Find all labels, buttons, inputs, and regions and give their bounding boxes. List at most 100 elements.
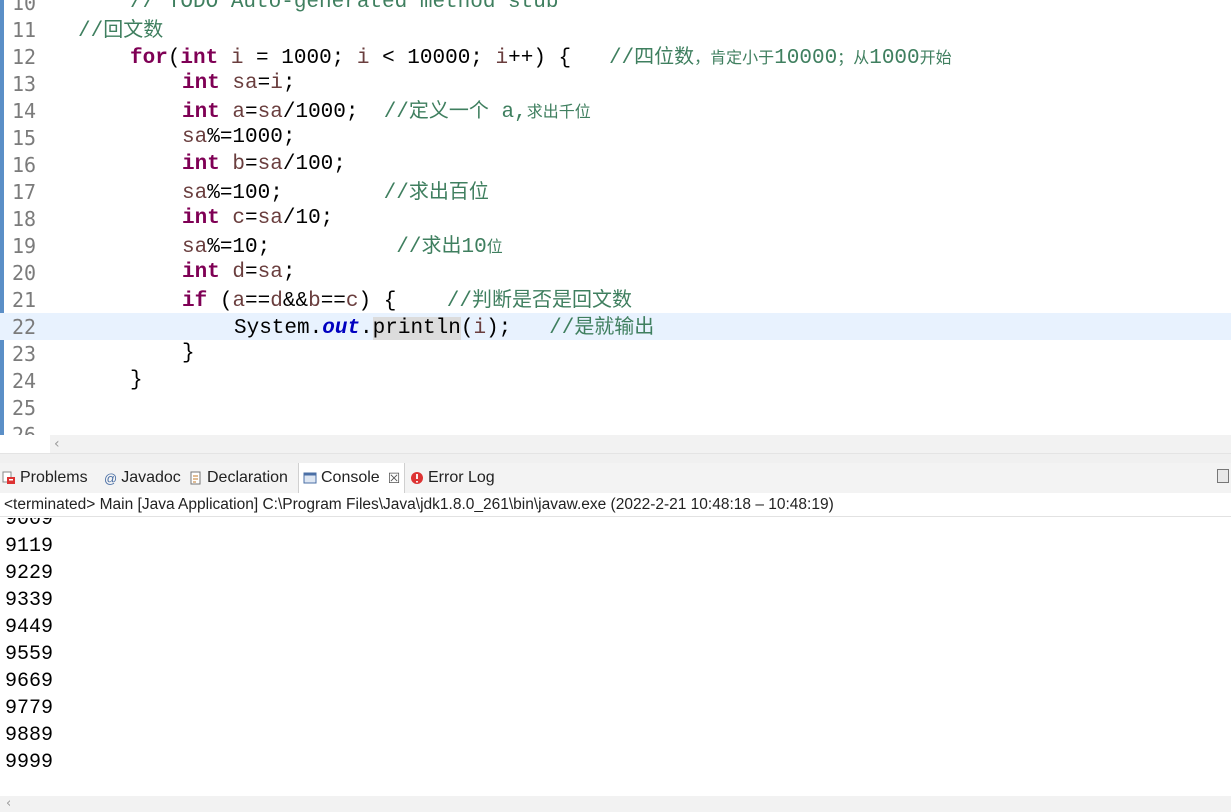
code-line[interactable]: 20 int d=sa; (0, 259, 1231, 286)
code-token: 判断是否是回文数 (471, 287, 632, 311)
code-token: ) { (358, 290, 447, 313)
tab-console-label: Console (321, 469, 380, 486)
code-token: == (245, 290, 271, 313)
code-token: 求出千位 (526, 102, 591, 121)
tab-javadoc-label: Javadoc (121, 469, 181, 486)
line-number: 24 (12, 369, 37, 393)
code-token: // (78, 20, 104, 43)
code-line[interactable]: 15 sa%=1000; (0, 124, 1231, 151)
code-token: a (232, 101, 246, 124)
scroll-left-icon[interactable]: ‹ (6, 796, 11, 812)
code-token: a (232, 290, 246, 313)
code-token: && (282, 290, 309, 313)
tab-error-log[interactable]: Error Log (410, 463, 495, 493)
code-line[interactable]: 25 (0, 394, 1231, 421)
code-line[interactable]: 16 int b=sa/100; (0, 151, 1231, 178)
minimize-view-icon[interactable] (1217, 469, 1229, 483)
editor-horizontal-scrollbar[interactable]: ‹ (50, 435, 1231, 453)
tab-problems[interactable]: Problems (2, 463, 88, 493)
code-token: ；从 (837, 48, 870, 67)
code-text: sa%=100; //求出百位 (182, 178, 489, 207)
console-line: 9559 (5, 643, 54, 666)
code-token: a, (488, 101, 527, 124)
code-token: println (372, 317, 461, 340)
code-line[interactable]: 18 int c=sa/10; (0, 205, 1231, 232)
code-token: sa (257, 207, 283, 230)
code-token: i (356, 47, 370, 70)
code-token: /100; (282, 153, 346, 176)
code-token: == (320, 290, 346, 313)
code-text: int a=sa/1000; //定义一个 a,求出千位 (182, 97, 591, 126)
line-number: 12 (12, 45, 37, 69)
code-line[interactable]: 12 for(int i = 1000; i < 10000; i++) { //… (0, 43, 1231, 70)
console-status: <terminated> Main [Java Application] C:\… (0, 493, 1231, 517)
line-number: 23 (12, 342, 37, 366)
code-token: = 1000; (243, 47, 357, 70)
code-token: %=1000; (207, 126, 296, 149)
scroll-left-icon[interactable]: ‹ (54, 435, 60, 453)
code-token: out (322, 317, 361, 340)
console-output[interactable]: 9009 9119 9229 9339 9449 9559 9669 9779 9889 9999 (0, 518, 1231, 796)
console-horizontal-scrollbar[interactable]: ‹ (0, 796, 1231, 812)
code-token: 求出百位 (408, 179, 489, 203)
tab-declaration-label: Declaration (207, 469, 288, 486)
code-text: int b=sa/100; (182, 151, 346, 178)
code-text: sa%=10; //求出10位 (182, 232, 503, 261)
code-line[interactable]: 17 sa%=100; //求出百位 (0, 178, 1231, 205)
code-text: // TODO Auto-generated method stub (130, 0, 558, 16)
code-token: 回文数 (103, 17, 164, 41)
code-token: ); (486, 317, 550, 340)
line-number: 20 (12, 261, 37, 285)
declaration-icon (189, 471, 203, 485)
code-line-current[interactable]: 22 System.out.println(i); //是就输出 (0, 313, 1231, 340)
close-icon[interactable]: ☒ (388, 470, 401, 487)
code-token: i (473, 317, 487, 340)
code-line[interactable]: 23} (0, 340, 1231, 367)
code-text: System.out.println(i); //是就输出 (234, 313, 654, 342)
code-token: i (230, 47, 244, 70)
code-line[interactable]: 26 (0, 421, 1231, 435)
code-token: /1000; (282, 101, 384, 124)
line-number: 11 (12, 18, 37, 42)
console-line: 9339 (5, 589, 54, 612)
code-token: System. (234, 317, 323, 340)
code-text: if (a==d&&b==c) { //判断是否是回文数 (182, 286, 632, 315)
code-token: c (232, 207, 246, 230)
code-text: int sa=i; (182, 70, 295, 97)
code-token: d (270, 290, 283, 313)
tab-declaration[interactable]: Declaration (189, 463, 288, 493)
code-token: c (345, 290, 359, 313)
console-line: 9889 (5, 724, 54, 747)
code-token: ++) { (508, 47, 609, 70)
javadoc-icon: @ (104, 470, 118, 486)
code-text: int c=sa/10; (182, 205, 333, 232)
error-log-icon (410, 471, 424, 485)
code-token: b (232, 153, 246, 176)
line-number: 26 (12, 423, 37, 435)
code-text: } (130, 367, 143, 394)
code-line[interactable]: 21 if (a==d&&b==c) { //判断是否是回文数 (0, 286, 1231, 313)
code-line[interactable]: 19 sa%=10; //求出10位 (0, 232, 1231, 259)
tab-javadoc[interactable]: @ Javadoc (104, 463, 181, 493)
line-number: 17 (12, 180, 37, 204)
code-line[interactable]: 14 int a=sa/1000; //定义一个 a,求出千位 (0, 97, 1231, 124)
code-token: // TODO Auto-generated method stub (130, 0, 559, 14)
code-line[interactable]: 13 int sa=i; (0, 70, 1231, 97)
console-icon (303, 471, 317, 485)
code-token: ; (282, 72, 296, 95)
problems-icon (2, 471, 16, 485)
tab-console[interactable]: Console ☒ (298, 463, 406, 493)
console-line: 9449 (5, 616, 54, 639)
code-line[interactable]: 10 // TODO Auto-generated method stub (0, 0, 1231, 16)
code-editor[interactable]: 10 // TODO Auto-generated method stub 11 //… (0, 0, 1231, 435)
code-line[interactable]: 24} (0, 367, 1231, 394)
code-token: } (130, 369, 143, 392)
line-number: 25 (12, 396, 37, 420)
line-number: 19 (12, 234, 37, 258)
code-line[interactable]: 11 //回文数 (0, 16, 1231, 43)
code-token: // (549, 317, 575, 340)
